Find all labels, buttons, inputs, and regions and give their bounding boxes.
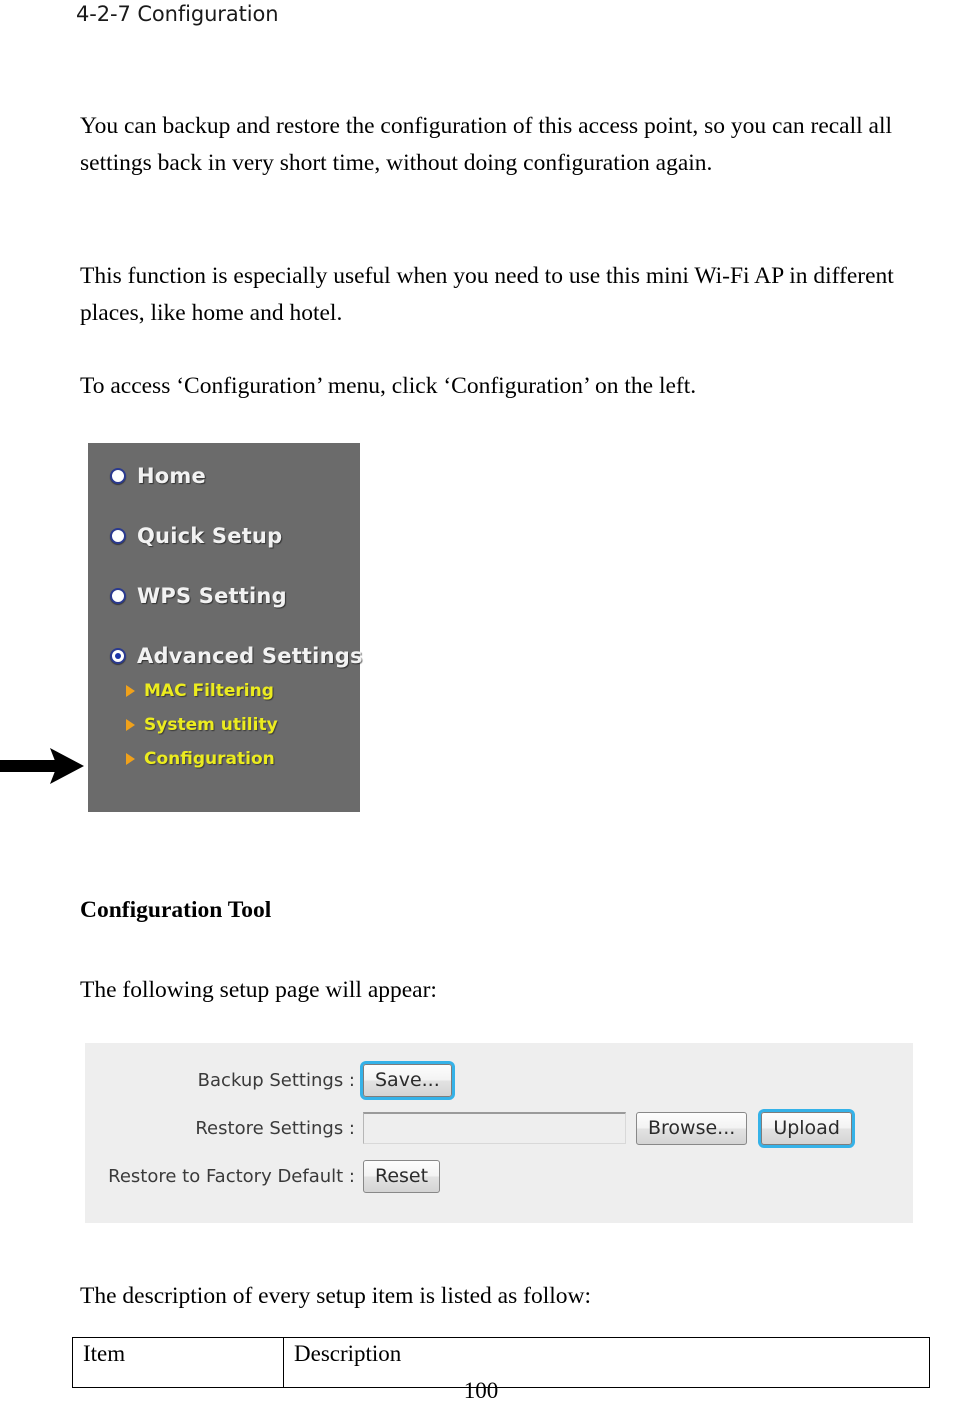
bullet-icon xyxy=(110,588,126,604)
label-restore-to-factory-default: Restore to Factory Default : xyxy=(108,1165,355,1187)
triangle-right-icon xyxy=(126,685,135,697)
nav-item-label: Quick Setup xyxy=(137,524,283,548)
nav-subitem-mac-filtering[interactable]: MAC Filtering xyxy=(126,680,274,702)
page-title: 4-2-7 Configuration xyxy=(76,2,279,26)
configuration-tool-panel-screenshot: Backup Settings : Save... Restore Settin… xyxy=(85,1043,913,1223)
nav-subitem-label: Configuration xyxy=(144,749,275,769)
triangle-right-icon xyxy=(126,719,135,731)
bullet-icon xyxy=(110,468,126,484)
nav-subitem-label: MAC Filtering xyxy=(144,681,274,701)
radio-selected-icon xyxy=(110,648,126,664)
triangle-right-icon xyxy=(126,753,135,765)
nav-item-label: Advanced Settings xyxy=(137,644,363,668)
row-backup-settings: Backup Settings : Save... xyxy=(85,1063,913,1097)
router-navigation-screenshot: Home Quick Setup WPS Setting Advanced Se… xyxy=(88,443,363,812)
paragraph-description-list: The description of every setup item is l… xyxy=(80,1283,592,1309)
nav-subitem-label: System utility xyxy=(144,715,278,735)
upload-button[interactable]: Upload xyxy=(761,1111,852,1145)
paragraph-setup-page-appear: The following setup page will appear: xyxy=(80,977,437,1003)
label-backup-settings: Backup Settings : xyxy=(197,1069,355,1091)
nav-item-home[interactable]: Home xyxy=(110,463,206,489)
paragraph-backup-restore-intro: You can backup and restore the configura… xyxy=(80,113,893,176)
label-restore-settings: Restore Settings : xyxy=(195,1117,355,1139)
nav-subitem-configuration[interactable]: Configuration xyxy=(126,748,275,770)
nav-item-advanced-settings[interactable]: Advanced Settings xyxy=(110,643,363,669)
paragraph-access-instruction: To access ‘Configuration’ menu, click ‘C… xyxy=(80,373,697,399)
save-button[interactable]: Save... xyxy=(363,1063,452,1097)
paragraph-usefulness: This function is especially useful when … xyxy=(80,263,894,326)
row-restore-factory-default: Restore to Factory Default : Reset xyxy=(85,1159,913,1193)
nav-item-quick-setup[interactable]: Quick Setup xyxy=(110,523,282,549)
reset-button[interactable]: Reset xyxy=(363,1159,441,1193)
restore-file-input[interactable] xyxy=(363,1112,626,1144)
nav-item-label: WPS Setting xyxy=(137,584,287,608)
browse-button[interactable]: Browse... xyxy=(636,1111,748,1145)
bullet-icon xyxy=(110,528,126,544)
section-heading-configuration-tool: Configuration Tool xyxy=(80,897,272,923)
nav-item-label: Home xyxy=(137,464,206,488)
arrow-right-icon xyxy=(0,748,84,784)
nav-item-wps-setting[interactable]: WPS Setting xyxy=(110,583,287,609)
nav-subitem-system-utility[interactable]: System utility xyxy=(126,714,278,736)
page-number: 100 xyxy=(463,1378,499,1403)
row-restore-settings: Restore Settings : Browse... Upload xyxy=(85,1111,913,1145)
